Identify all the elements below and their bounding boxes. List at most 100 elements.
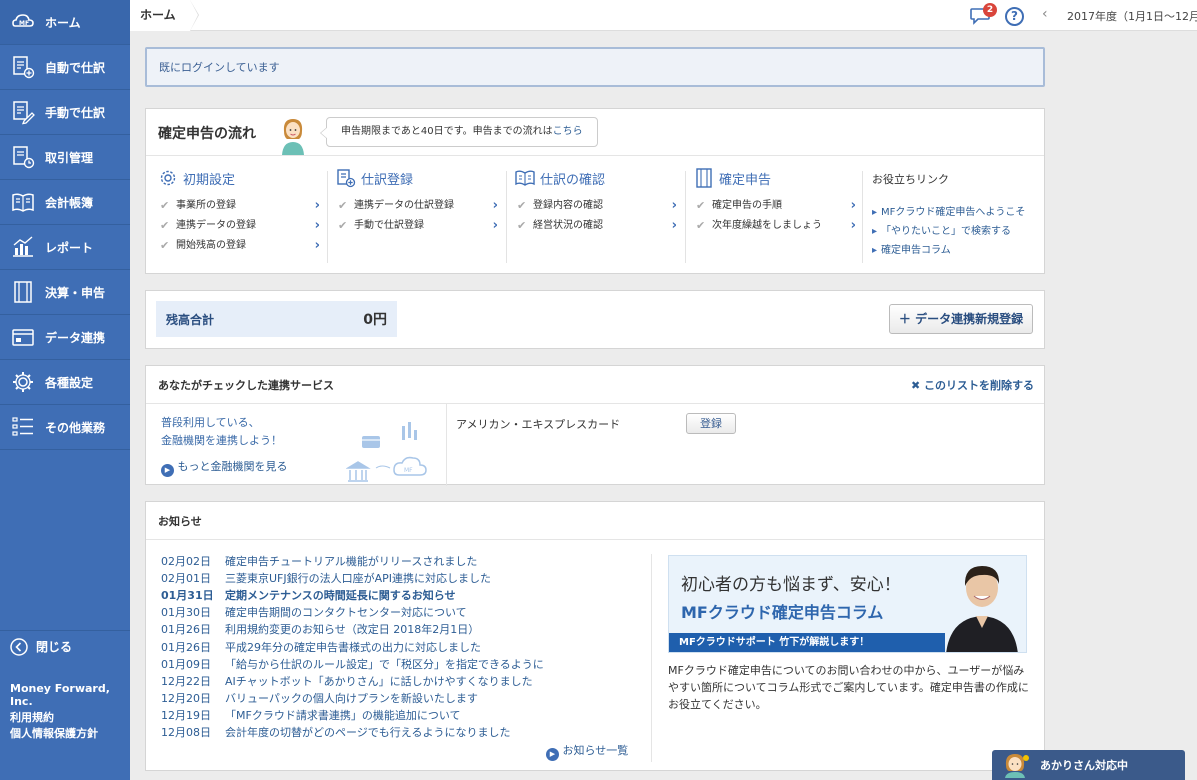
check-icon: ✔ [338,199,348,212]
close-sidebar-button[interactable]: 閉じる [0,630,130,662]
step-item[interactable]: ✔ 連携データの登録 › [158,216,326,236]
divider [862,171,863,263]
sidebar-item-6[interactable]: レポート [0,225,130,270]
sidebar-item-8[interactable]: データ連携 [0,315,130,360]
news-item[interactable]: 01月26日 利用規約変更のお知らせ（改定日 2018年2月1日） [161,621,479,638]
news-text: 確定申告チュートリアル機能がリリースされました [225,555,478,568]
play-circle-icon: ▶ [546,748,559,761]
chevron-left-icon[interactable]: ‹ [1042,6,1048,22]
chevron-right-icon: › [314,198,320,213]
news-text: AIチャットボット「あかりさん」に話しかけやすくなりました [225,674,533,688]
sidebar-item-2[interactable]: 自動で仕訳 [0,45,130,90]
transaction-icon [13,146,35,169]
cloud-logo-icon: MF [12,14,34,27]
step-title: 仕訳登録 [361,172,414,188]
sidebar-item-3[interactable]: 手動で仕訳 [0,90,130,135]
sidebar-item-9[interactable]: 各種設定 [0,360,130,405]
news-item[interactable]: 01月31日 定期メンテナンスの時間延長に関するお知らせ [161,587,456,604]
check-icon: ✔ [160,219,170,232]
manual-journal-icon [13,101,35,125]
news-date: 12月20日 [161,691,211,705]
news-item[interactable]: 12月08日 会計年度の切替がどのページでも行えるようになりました [161,724,510,741]
plus-icon: ＋ [898,312,911,326]
gear-icon [160,170,176,186]
sidebar-item-label: 会計帳簿 [45,195,94,210]
news-item[interactable]: 02月02日 確定申告チュートリアル機能がリリースされました [161,553,477,570]
privacy-link[interactable]: 個人情報保護方針 [10,725,98,741]
fiscal-year-label[interactable]: 2017年度（1月1日〜12月 [1067,8,1197,24]
svg-text:MF: MF [404,467,413,474]
news-item[interactable]: 12月22日 AIチャットボット「あかりさん」に話しかけやすくなりました [161,673,533,690]
useful-link[interactable]: MFクラウド確定申告へようこそ [872,203,1025,218]
banner-title: MFクラウド確定申告コラム [681,603,884,622]
news-item[interactable]: 01月09日 「給与から仕訳のルール設定」で「税区分」を指定できるように [161,656,544,673]
sidebar-item-label: その他業務 [45,420,106,435]
useful-link[interactable]: 確定申告コラム [872,241,951,256]
column-banner[interactable]: 初心者の方も悩まず、安心！ MFクラウド確定申告コラム MFクラウドサポート 竹… [668,555,1027,653]
step-item[interactable]: ✔ 確定申告の手順 › [694,196,862,216]
flow-step-4: 確定申告 ✔ 確定申告の手順 › ✔ 次年度繰越をしましょう › [694,167,862,267]
sidebar-item-1[interactable]: MF ホーム [0,0,130,45]
sidebar-item-4[interactable]: 取引管理 [0,135,130,180]
banner-headline: 初心者の方も悩まず、安心！ [681,575,901,595]
news-item[interactable]: 12月20日 バリューパックの個人向けプランを新設いたします [161,690,478,707]
flow-detail-link[interactable]: こちら [553,126,583,137]
step-item[interactable]: ✔ 登録内容の確認 › [515,196,683,216]
chevron-right-icon: › [314,238,320,253]
divider [446,404,447,486]
news-item[interactable]: 12月19日 「MFクラウド請求書連携」の機能追加について [161,707,461,724]
step-item[interactable]: ✔ 手動で仕訳登録 › [336,216,504,236]
news-list-link[interactable]: ▶ お知らせ一覧 [546,742,628,761]
check-icon: ✔ [696,219,706,232]
chevron-right-icon: › [671,218,677,233]
useful-link[interactable]: 「やりたいこと」で検索する [872,222,1011,237]
step-item[interactable]: ✔ 経営状況の確認 › [515,216,683,236]
chevron-right-icon: › [850,218,856,233]
step-item[interactable]: ✔ 次年度繰越をしましょう › [694,216,862,236]
deadline-bubble: 申告期限まであと40日です。申告までの流れはこちら [320,117,598,147]
news-text: 平成29年分の確定申告書様式の出力に対応しました [225,640,481,654]
service-name: アメリカン・エキスプレスカード [456,418,621,431]
linked-services-panel: あなたがチェックした連携サービス ✖ このリストを削除する 普段利用している、 … [145,365,1045,486]
add-data-link-button[interactable]: ＋ データ連携新規登録 [889,304,1033,334]
sidebar-item-7[interactable]: 決算・申告 [0,270,130,315]
step-item[interactable]: ✔ 連携データの仕訳登録 › [336,196,504,216]
auto-journal-icon [13,56,35,79]
login-message: 既にログインしています [145,47,1045,87]
news-panel: お知らせ 02月02日 確定申告チュートリアル機能がリリースされました 02月01日… [145,501,1045,771]
news-item[interactable]: 02月01日 三菱東京UFJ銀行の法人口座がAPI連携に対応しました [161,570,491,587]
play-circle-icon: ▶ [161,464,174,477]
book-icon [12,193,34,212]
remove-list-link[interactable]: ✖ このリストを削除する [911,377,1034,393]
column-description: MFクラウド確定申告についてのお問い合わせの中から、ユーザーが悩みやすい箇所につ… [668,664,1029,711]
sidebar-item-5[interactable]: 会計帳簿 [0,180,130,225]
sidebar-item-label: ホーム [45,15,81,30]
step-header: 確定申告 [694,167,862,189]
news-item[interactable]: 01月26日 平成29年分の確定申告書様式の出力に対応しました [161,639,481,656]
terms-link[interactable]: 利用規約 [10,709,54,725]
news-item[interactable]: 01月30日 確定申告期間のコンタクトセンター対応について [161,604,467,621]
step-item-label: 事業所の登録 [176,200,236,211]
akari-chat-widget[interactable]: あかりさん対応中 [992,750,1185,780]
sidebar: MF ホーム自動で仕訳手動で仕訳 取引管理会計帳簿レポート 決算・申告 データ連携 各種設… [0,0,130,780]
step-item[interactable]: ✔ 事業所の登録 › [158,196,326,216]
news-date: 01月31日 [161,589,214,603]
news-text: 定期メンテナンスの時間延長に関するお知らせ [225,589,456,603]
step-header: 仕訳登録 [336,167,504,189]
see-more-banks-link[interactable]: ▶ もっと金融機関を見る [161,458,288,477]
sidebar-item-10[interactable]: その他業務 [0,405,130,450]
breadcrumb-home[interactable]: ホーム [130,0,199,31]
divider [685,171,686,263]
help-icon[interactable]: ? [1005,7,1024,26]
step-item[interactable]: ✔ 開始残高の登録 › [158,236,326,256]
check-icon: ✔ [160,239,170,252]
register-button[interactable]: 登録 [686,413,736,434]
news-title: お知らせ [158,515,202,528]
step-item-label: 次年度繰越をしましょう [712,220,822,231]
step-item-label: 連携データの仕訳登録 [354,200,454,211]
document-icon [696,168,712,188]
chevron-right-icon: › [671,198,677,213]
news-date: 01月09日 [161,657,211,671]
akari-label: あかりさん対応中 [1040,759,1128,772]
sidebar-item-label: 自動で仕訳 [45,60,106,75]
